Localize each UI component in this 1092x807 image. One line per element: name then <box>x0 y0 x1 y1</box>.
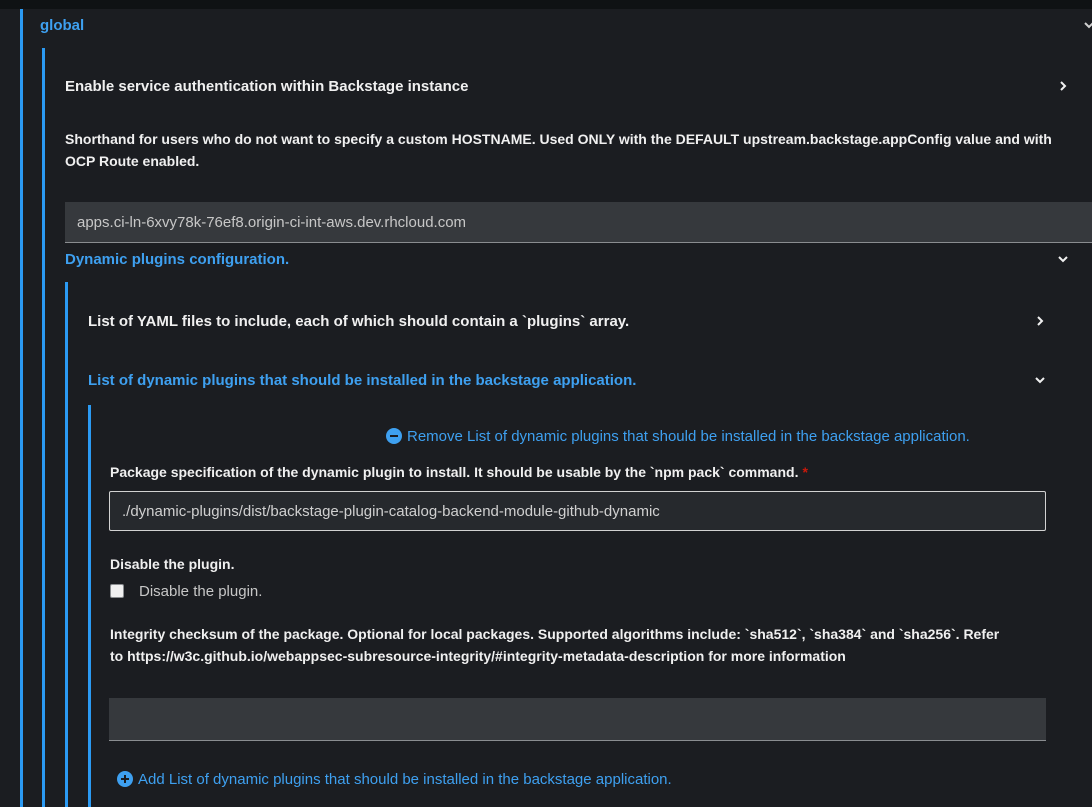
package-label-text: Package specification of the dynamic plu… <box>110 464 799 480</box>
add-plugin-label: Add List of dynamic plugins that should … <box>138 770 672 788</box>
remove-plugin-label: Remove List of dynamic plugins that shou… <box>407 427 970 445</box>
section-service-auth-label: Enable service authentication within Bac… <box>65 77 469 95</box>
chevron-right-icon[interactable] <box>1034 315 1046 327</box>
section-dynamic-label: Dynamic plugins configuration. <box>65 250 290 268</box>
chevron-right-icon[interactable] <box>1057 80 1069 92</box>
section-includes-header[interactable]: List of YAML files to include, each of w… <box>88 310 629 332</box>
disabled-checkbox-row[interactable]: Disable the plugin. <box>110 580 262 602</box>
top-edge <box>0 0 1092 9</box>
section-includes-label: List of YAML files to include, each of w… <box>88 312 630 330</box>
host-input[interactable]: apps.ci-ln-6xvy78k-76ef8.origin-ci-int-a… <box>65 202 1092 243</box>
host-field-label: Shorthand for users who do not want to s… <box>65 131 1052 169</box>
section-plugins-label: List of dynamic plugins that should be i… <box>88 371 637 389</box>
indent-bar-dynamic <box>65 282 68 807</box>
integrity-input[interactable] <box>109 698 1046 741</box>
section-service-auth-header[interactable]: Enable service authentication within Bac… <box>65 75 468 97</box>
indent-bar-root <box>20 9 23 807</box>
plus-circle-icon <box>117 771 133 787</box>
host-input-value: apps.ci-ln-6xvy78k-76ef8.origin-ci-int-a… <box>77 213 467 231</box>
package-field-label: Package specification of the dynamic plu… <box>110 461 1070 483</box>
chevron-down-icon[interactable] <box>1083 19 1092 31</box>
package-input-value: ./dynamic-plugins/dist/backstage-plugin-… <box>122 502 660 520</box>
disabled-checkbox-label: Disable the plugin. <box>139 582 263 600</box>
chevron-down-icon[interactable] <box>1034 374 1046 386</box>
package-input[interactable]: ./dynamic-plugins/dist/backstage-plugin-… <box>109 491 1046 531</box>
disabled-checkbox[interactable] <box>110 584 124 598</box>
section-global-label: global <box>40 16 85 34</box>
add-plugin-button[interactable]: Add List of dynamic plugins that should … <box>117 768 672 790</box>
section-plugins-header[interactable]: List of dynamic plugins that should be i… <box>88 369 636 391</box>
integrity-field-label: Integrity checksum of the package. Optio… <box>110 626 1000 664</box>
disabled-field-label: Disable the plugin. <box>110 556 235 572</box>
section-dynamic-header[interactable]: Dynamic plugins configuration. <box>65 248 289 270</box>
indent-bar-global <box>42 48 45 807</box>
chevron-down-icon[interactable] <box>1057 253 1069 265</box>
section-global-header[interactable]: global <box>40 14 84 36</box>
indent-bar-plugins <box>88 405 91 807</box>
remove-plugin-button[interactable]: Remove List of dynamic plugins that shou… <box>386 425 970 447</box>
minus-circle-icon <box>386 428 402 444</box>
form-page: global Enable service authentication wit… <box>0 0 1092 807</box>
required-marker: * <box>802 464 808 480</box>
